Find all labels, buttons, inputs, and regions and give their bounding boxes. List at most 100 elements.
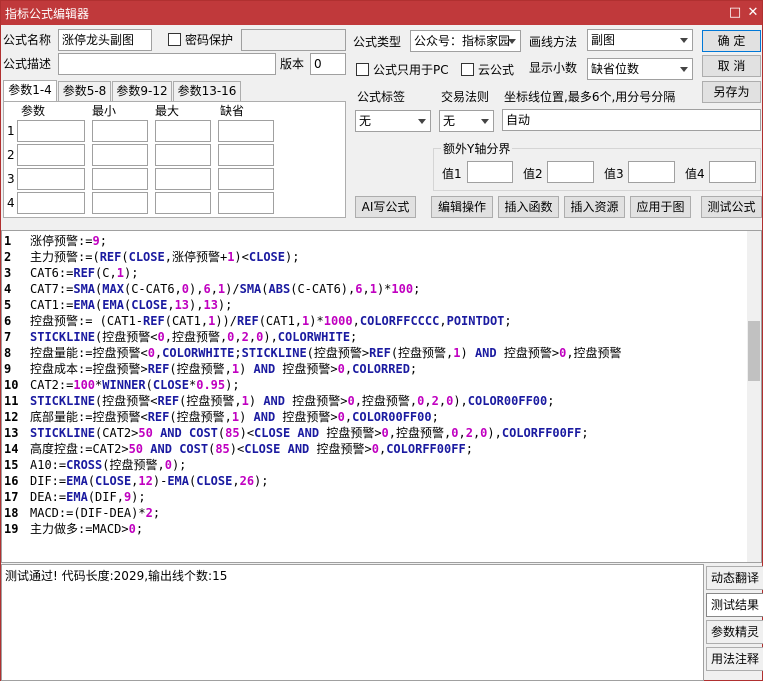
tab-params-1-4[interactable]: 参数1-4 bbox=[3, 80, 57, 101]
formula-desc-input[interactable] bbox=[58, 53, 276, 75]
ok-button[interactable]: 确 定 bbox=[702, 30, 761, 52]
code-line[interactable]: A10:=CROSS(控盘预警,0); bbox=[30, 457, 186, 473]
cancel-button[interactable]: 取 消 bbox=[702, 55, 761, 77]
side-dynamic-translate[interactable]: 动态翻译 bbox=[706, 566, 763, 590]
side-param-wizard[interactable]: 参数精灵 bbox=[706, 620, 763, 644]
param-3-default[interactable] bbox=[218, 168, 274, 190]
desc-label: 公式描述 bbox=[3, 57, 52, 71]
param-row-label: 3 bbox=[7, 172, 15, 186]
param-2-min[interactable] bbox=[92, 144, 148, 166]
code-editor[interactable]: 1 2 3 4 5 6 7 8 9 10 11 12 13 14 15 16 17 18 19 涨停预警:=9; 主力… bbox=[1, 230, 762, 563]
code-line[interactable]: CAT2:=100*WINNER(CLOSE*0.95); bbox=[30, 377, 240, 393]
param-4-name[interactable] bbox=[17, 192, 85, 214]
insert-res-button[interactable]: 插入资源 bbox=[564, 196, 625, 218]
output-text: 测试通过! 代码长度:2029,输出线个数:15 bbox=[5, 569, 228, 583]
code-line[interactable]: 控盘预警:= (CAT1-REF(CAT1,1))/REF(CAT1,1)*10… bbox=[30, 313, 512, 329]
close-icon[interactable]: ✕ bbox=[743, 3, 763, 23]
decimal-value: 缺省位数 bbox=[591, 62, 640, 76]
chevron-down-icon bbox=[678, 62, 690, 76]
tab-params-13-16[interactable]: 参数13-16 bbox=[173, 81, 241, 101]
val4-input[interactable] bbox=[709, 161, 756, 183]
type-value: 公众号：指标家园 bbox=[414, 34, 511, 48]
line-number: 2 bbox=[4, 250, 12, 264]
param-header-name: 参数 bbox=[21, 104, 46, 118]
param-row-label: 4 bbox=[7, 196, 15, 210]
param-1-max[interactable] bbox=[155, 120, 211, 142]
code-line[interactable]: 高度控盘:=CAT2>50 AND COST(85)<CLOSE AND 控盘预… bbox=[30, 441, 473, 457]
code-line[interactable]: 控盘成本:=控盘预警>REF(控盘预警,1) AND 控盘预警>0,COLORR… bbox=[30, 361, 417, 377]
extra-y-label: 额外Y轴分界 bbox=[441, 141, 513, 157]
chevron-down-icon bbox=[479, 114, 491, 128]
tab-params-5-8[interactable]: 参数5-8 bbox=[58, 81, 111, 101]
param-3-name[interactable] bbox=[17, 168, 85, 190]
line-number: 1 bbox=[4, 234, 12, 248]
insert-func-button[interactable]: 插入函数 bbox=[498, 196, 559, 218]
draw-method-select[interactable]: 副图 bbox=[587, 29, 693, 51]
decimal-select[interactable]: 缺省位数 bbox=[587, 58, 693, 80]
formula-type-select[interactable]: 公众号：指标家园 bbox=[410, 30, 521, 52]
password-checkbox[interactable] bbox=[168, 33, 181, 46]
line-number: 17 bbox=[4, 490, 19, 504]
param-4-default[interactable] bbox=[218, 192, 274, 214]
code-line[interactable]: 底部量能:=控盘预警<REF(控盘预警,1) AND 控盘预警>0,COLOR0… bbox=[30, 409, 439, 425]
code-line[interactable]: STICKLINE(控盘预警<REF(控盘预警,1) AND 控盘预警>0,控盘… bbox=[30, 393, 554, 409]
cloud-checkbox[interactable] bbox=[461, 63, 474, 76]
tag-value: 无 bbox=[359, 114, 372, 128]
param-3-min[interactable] bbox=[92, 168, 148, 190]
line-number: 19 bbox=[4, 522, 19, 536]
formula-name-input[interactable]: 涨停龙头副图 bbox=[58, 29, 152, 51]
param-4-max[interactable] bbox=[155, 192, 211, 214]
param-4-min[interactable] bbox=[92, 192, 148, 214]
code-line[interactable]: STICKLINE(CAT2>50 AND COST(85)<CLOSE AND… bbox=[30, 425, 589, 441]
code-line[interactable]: 涨停预警:=9; bbox=[30, 233, 107, 249]
code-line[interactable]: DEA:=EMA(DIF,9); bbox=[30, 489, 146, 505]
param-1-min[interactable] bbox=[92, 120, 148, 142]
val2-input[interactable] bbox=[547, 161, 594, 183]
vertical-scrollbar[interactable] bbox=[747, 231, 761, 562]
param-header-max: 最大 bbox=[155, 104, 180, 118]
code-line[interactable]: CAT6:=REF(C,1); bbox=[30, 265, 138, 281]
trade-label: 交易法则 bbox=[441, 90, 490, 104]
param-2-max[interactable] bbox=[155, 144, 211, 166]
val2-label: 值2 bbox=[523, 167, 543, 181]
tag-select[interactable]: 无 bbox=[355, 110, 431, 132]
line-number: 15 bbox=[4, 458, 19, 472]
cloud-label: 云公式 bbox=[478, 63, 515, 77]
trade-select[interactable]: 无 bbox=[439, 110, 494, 132]
param-1-default[interactable] bbox=[218, 120, 274, 142]
line-number: 12 bbox=[4, 410, 19, 424]
chevron-down-icon bbox=[678, 33, 690, 47]
val1-label: 值1 bbox=[442, 167, 462, 181]
side-usage-notes[interactable]: 用法注释 bbox=[706, 647, 763, 671]
code-line[interactable]: 主力预警:=(REF(CLOSE,涨停预警+1)<CLOSE); bbox=[30, 249, 299, 265]
code-line[interactable]: STICKLINE(控盘预警<0,控盘预警,0,2,0),COLORWHITE; bbox=[30, 329, 357, 345]
save-as-button[interactable]: 另存为 bbox=[702, 81, 761, 103]
tab-params-9-12[interactable]: 参数9-12 bbox=[112, 81, 172, 101]
version-input[interactable]: 0 bbox=[310, 53, 346, 75]
param-2-name[interactable] bbox=[17, 144, 85, 166]
scroll-thumb[interactable] bbox=[748, 321, 760, 381]
apply-chart-button[interactable]: 应用于图 bbox=[630, 196, 691, 218]
code-line[interactable]: 主力做多:=MACD>0; bbox=[30, 521, 143, 537]
val3-input[interactable] bbox=[628, 161, 675, 183]
side-test-result[interactable]: 测试结果 bbox=[706, 593, 763, 617]
edit-op-button[interactable]: 编辑操作 bbox=[431, 196, 493, 218]
pc-only-checkbox[interactable] bbox=[356, 63, 369, 76]
code-line[interactable]: DIF:=EMA(CLOSE,12)-EMA(CLOSE,26); bbox=[30, 473, 269, 489]
code-line[interactable]: CAT1:=EMA(EMA(CLOSE,13),13); bbox=[30, 297, 232, 313]
decimal-label: 显示小数 bbox=[529, 61, 578, 75]
coord-input[interactable]: 自动 bbox=[502, 109, 761, 131]
param-row-label: 2 bbox=[7, 148, 15, 162]
maximize-icon[interactable]: □ bbox=[725, 3, 745, 23]
param-3-max[interactable] bbox=[155, 168, 211, 190]
param-1-name[interactable] bbox=[17, 120, 85, 142]
val3-label: 值3 bbox=[604, 167, 624, 181]
code-line[interactable]: CAT7:=SMA(MAX(C-CAT6,0),6,1)/SMA(ABS(C-C… bbox=[30, 281, 420, 297]
ai-write-button[interactable]: AI写公式 bbox=[355, 196, 416, 218]
code-line[interactable]: MACD:=(DIF-DEA)*2; bbox=[30, 505, 160, 521]
param-2-default[interactable] bbox=[218, 144, 274, 166]
password-input[interactable] bbox=[241, 29, 346, 51]
code-line[interactable]: 控盘量能:=控盘预警<0,COLORWHITE;STICKLINE(控盘预警>R… bbox=[30, 345, 622, 361]
val1-input[interactable] bbox=[467, 161, 513, 183]
test-formula-button[interactable]: 测试公式 bbox=[701, 196, 762, 218]
